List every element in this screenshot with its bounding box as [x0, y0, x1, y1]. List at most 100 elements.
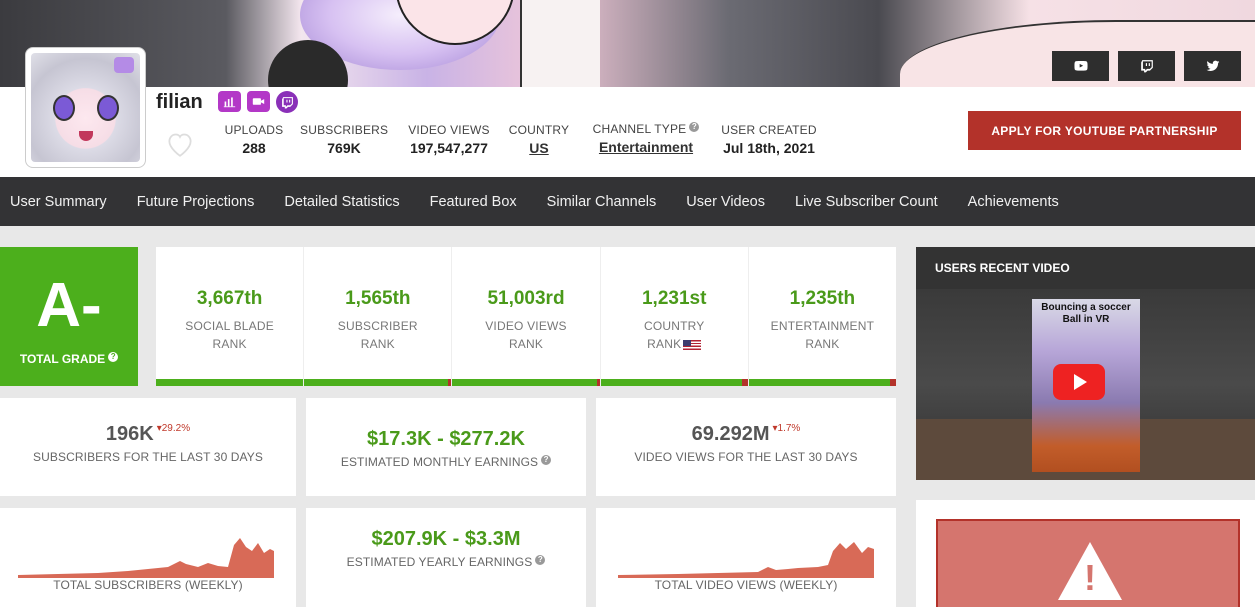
rank-label: RANK [647, 337, 682, 351]
twitch-badge-icon[interactable] [276, 91, 298, 113]
rank-label: RANK [360, 337, 395, 351]
grade-value: A- [36, 271, 102, 340]
stat-value: 288 [242, 140, 266, 156]
rank-value: 3,667th [196, 288, 263, 309]
main-nav: User Summary Future Projections Detailed… [0, 177, 1255, 226]
help-icon[interactable]: ? [689, 122, 700, 132]
rank-label: ENTERTAINMENT [770, 319, 875, 333]
twitch-icon [1140, 60, 1153, 73]
nav-achievements[interactable]: Achievements [968, 194, 1059, 210]
rank-label: COUNTRY [643, 319, 705, 333]
card-label: TOTAL VIDEO VIEWS (WEEKLY) [654, 578, 838, 592]
rank-subscriber: 1,565th SUBSCRIBER RANK [304, 247, 453, 386]
nav-user-summary[interactable]: User Summary [10, 194, 107, 210]
stat-value: 769K [327, 140, 361, 156]
stat-uploads: UPLOADS 288 [224, 123, 284, 156]
card-label: TOTAL SUBSCRIBERS (WEEKLY) [53, 578, 243, 592]
channel-banner [0, 0, 1255, 87]
stat-country: COUNTRY US [508, 123, 570, 156]
video-badge-icon[interactable] [247, 91, 270, 112]
twitter-icon [1206, 60, 1219, 72]
avatar[interactable] [25, 47, 146, 168]
help-icon[interactable]: ? [541, 455, 552, 465]
card-total-video-views: TOTAL VIDEO VIEWS (WEEKLY) [596, 508, 896, 607]
country-link[interactable]: US [508, 140, 570, 156]
stat-subscribers: SUBSCRIBERS 769K [300, 123, 388, 156]
change-value: 29.2% [161, 423, 191, 434]
nav-future-projections[interactable]: Future Projections [137, 194, 255, 210]
stat-user-created: USER CREATED Jul 18th, 2021 [718, 123, 820, 156]
rank-video-views: 51,003rd VIDEO VIEWS RANK [452, 247, 601, 386]
twitter-button[interactable] [1184, 51, 1241, 81]
help-icon[interactable]: ? [535, 555, 546, 565]
nav-detailed-statistics[interactable]: Detailed Statistics [284, 194, 399, 210]
card-total-subscribers: TOTAL SUBSCRIBERS (WEEKLY) [0, 508, 296, 607]
card-value: $207.9K - $3.3M [371, 528, 521, 550]
recent-video-panel: USERS RECENT VIDEO Bouncing a soccer Bal… [916, 247, 1255, 480]
video-thumbnail[interactable]: Bouncing a soccer Ball in VR [916, 289, 1255, 480]
apply-partnership-button[interactable]: APPLY FOR YOUTUBE PARTNERSHIP [968, 111, 1241, 150]
grade-label: TOTAL GRADE [19, 352, 106, 366]
nav-live-subscriber-count[interactable]: Live Subscriber Count [795, 194, 938, 210]
card-label: VIDEO VIEWS FOR THE LAST 30 DAYS [634, 450, 858, 464]
stat-channel-type: CHANNEL TYPE? Entertainment [586, 122, 706, 155]
rank-label: VIDEO VIEWS [485, 319, 567, 333]
rank-country: 1,231st COUNTRY RANK [600, 247, 749, 386]
rank-label: SUBSCRIBER [337, 319, 418, 333]
rank-bar [304, 379, 452, 386]
card-value: $17.3K - $277.2K [367, 428, 525, 450]
stat-label: CHANNEL TYPE [592, 122, 687, 136]
rank-entertainment: 1,235th ENTERTAINMENT RANK [748, 247, 897, 386]
youtube-icon [1073, 61, 1088, 71]
card-monthly-earnings: $17.3K - $277.2K ESTIMATED MONTHLY EARNI… [306, 398, 586, 496]
card-value: 69.292M [691, 423, 770, 445]
stat-value: Jul 18th, 2021 [723, 140, 815, 156]
nav-similar-channels[interactable]: Similar Channels [547, 194, 657, 210]
change-value: 1.7% [777, 423, 801, 434]
stat-value: 197,547,277 [410, 140, 488, 156]
twitch-button[interactable] [1118, 51, 1175, 81]
rank-bar [452, 379, 600, 386]
ranks-panel: 3,667th SOCIAL BLADE RANK 1,565th SUBSCRI… [156, 247, 897, 386]
card-label: SUBSCRIBERS FOR THE LAST 30 DAYS [33, 450, 263, 464]
rank-value: 1,235th [789, 288, 856, 309]
play-button-icon[interactable] [1053, 364, 1105, 400]
stat-label: UPLOADS [224, 123, 284, 137]
channel-badges [218, 91, 298, 113]
channel-header: filian UPLOADS 288 SUBSCRIBERS 769K VIDE… [0, 47, 1255, 177]
warning-panel: ! [916, 500, 1255, 607]
rank-bar [156, 379, 304, 386]
stat-label: VIDEO VIEWS [408, 123, 490, 137]
channel-type-link[interactable]: Entertainment [586, 139, 706, 155]
rank-value: 51,003rd [487, 288, 565, 309]
views-sparkline [618, 542, 874, 578]
nav-user-videos[interactable]: User Videos [686, 194, 765, 210]
favorite-heart-icon[interactable] [165, 131, 195, 157]
subscribers-sparkline [18, 538, 274, 578]
rank-label: RANK [805, 337, 840, 351]
card-label: ESTIMATED YEARLY EARNINGS [346, 555, 533, 569]
rank-bar [748, 379, 897, 386]
card-subs-30-days: 196K ▾29.2% SUBSCRIBERS FOR THE LAST 30 D… [0, 398, 296, 496]
card-value: 196K [105, 423, 154, 445]
rank-bar [600, 379, 748, 386]
stat-video-views: VIDEO VIEWS 197,547,277 [404, 123, 494, 156]
rank-value: 1,565th [345, 288, 411, 309]
rank-value: 1,231st [641, 288, 707, 309]
card-views-30-days: 69.292M ▾1.7% VIDEO VIEWS FOR THE LAST 30… [596, 398, 896, 496]
rank-label: RANK [508, 337, 544, 351]
video-caption: Bouncing a soccer Ball in VR [1041, 302, 1131, 325]
us-flag-icon [683, 339, 702, 350]
stat-label: COUNTRY [508, 123, 570, 137]
stats-badge-icon[interactable] [218, 91, 241, 112]
rank-label: RANK [212, 337, 247, 351]
recent-video-title: USERS RECENT VIDEO [935, 261, 1070, 275]
stat-label: SUBSCRIBERS [300, 123, 389, 137]
warning-box: ! [936, 519, 1240, 607]
nav-featured-box[interactable]: Featured Box [430, 194, 517, 210]
rank-label: SOCIAL BLADE [185, 319, 274, 333]
social-links [1052, 51, 1241, 81]
youtube-button[interactable] [1052, 51, 1109, 81]
stat-label: USER CREATED [721, 123, 817, 137]
help-icon[interactable]: ? [108, 352, 119, 362]
